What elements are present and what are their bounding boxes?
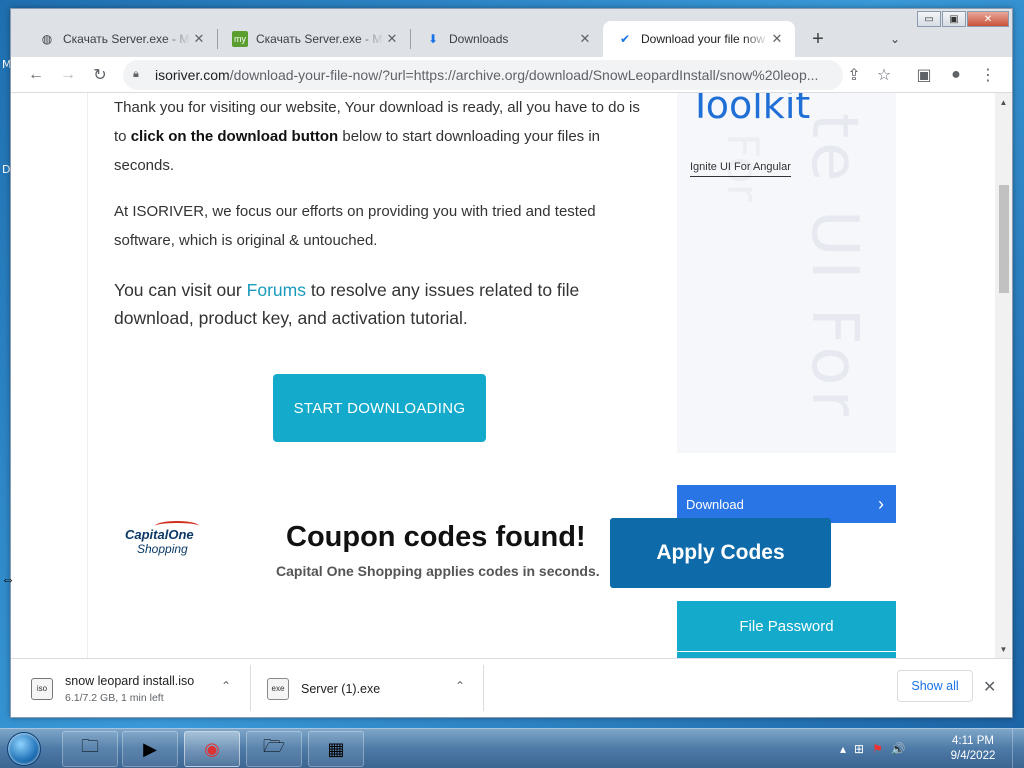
- control-panel-icon[interactable]: ▦: [308, 731, 364, 767]
- new-tab-button[interactable]: +: [806, 27, 830, 51]
- resize-cursor-icon: ⇔: [1, 571, 15, 587]
- back-arrow-icon[interactable]: ←: [22, 61, 50, 89]
- start-button[interactable]: [2, 730, 46, 768]
- tab-strip: ◍ Скачать Server.exe - My ✕ my Скачать S…: [11, 9, 1012, 57]
- url-text: isoriver.com/download-your-file-now/?url…: [155, 67, 818, 83]
- download-name: snow leopard install.iso: [65, 673, 195, 688]
- show-desktop-button[interactable]: [1012, 729, 1024, 768]
- page-viewport: Thank you for visiting our website, Your…: [11, 93, 1012, 658]
- exe-file-icon: exe: [267, 677, 289, 700]
- logo-sub: Shopping: [137, 542, 188, 556]
- minimize-button[interactable]: ▭: [917, 11, 941, 27]
- close-tab-icon[interactable]: ✕: [769, 31, 785, 47]
- my-site-icon: my: [232, 31, 248, 47]
- download-name: Server (1).exe: [301, 681, 381, 696]
- lock-icon[interactable]: 🔒︎: [133, 68, 147, 82]
- browser-window: ◍ Скачать Server.exe - My ✕ my Скачать S…: [10, 8, 1013, 718]
- forums-link[interactable]: Forums: [247, 280, 306, 300]
- scroll-down-icon[interactable]: ▼: [995, 642, 1012, 656]
- folder-icon[interactable]: 🗁: [246, 731, 302, 767]
- url-host: isoriver.com: [155, 67, 230, 83]
- tab-title: Download your file now: [641, 32, 766, 46]
- iso-file-icon: iso: [31, 677, 53, 700]
- tab-4-active[interactable]: ✔ Download your file now ✕: [603, 21, 795, 57]
- tab-2[interactable]: my Скачать Server.exe - My ✕: [218, 21, 410, 57]
- browser-toolbar: ← → ↻ 🔒︎ isoriver.com/download-your-file…: [11, 57, 1012, 93]
- tab-title: Downloads: [449, 32, 509, 46]
- tab-title: Скачать Server.exe - My: [256, 32, 384, 46]
- network-icon[interactable]: ⊞: [854, 742, 864, 756]
- divider: [250, 665, 251, 711]
- side-panel-icon[interactable]: ▣: [910, 61, 938, 89]
- address-bar[interactable]: 🔒︎ isoriver.com/download-your-file-now/?…: [123, 60, 843, 90]
- divider: [483, 665, 484, 711]
- action-center-flag-icon[interactable]: ⚑: [872, 742, 883, 756]
- vertical-scrollbar[interactable]: ▲ ▼: [995, 93, 1012, 658]
- forums-text: You can visit our: [114, 280, 247, 300]
- coupon-title: Coupon codes found!: [286, 521, 586, 553]
- intro-paragraph: Thank you for visiting our website, Your…: [114, 93, 654, 180]
- tab-1[interactable]: ◍ Скачать Server.exe - My ✕: [25, 21, 217, 57]
- ad-download-label: Download: [686, 496, 744, 512]
- logo-brand: CapitalOne: [125, 527, 194, 542]
- reload-icon[interactable]: ↻: [86, 61, 114, 89]
- show-all-button[interactable]: Show all: [897, 670, 973, 702]
- explorer-icon[interactable]: 🗀: [62, 731, 118, 767]
- chrome-icon[interactable]: ◉: [184, 731, 240, 767]
- coupon-subtitle: Capital One Shopping applies codes in se…: [276, 563, 600, 579]
- globe-icon: ◍: [41, 32, 53, 46]
- coupon-ad[interactable]: CapitalOne Shopping Coupon codes found! …: [121, 513, 841, 593]
- tab-title: Скачать Server.exe - My: [63, 32, 191, 46]
- clock-date: 9/4/2022: [950, 750, 996, 762]
- start-downloading-button[interactable]: START DOWNLOADING: [273, 374, 486, 442]
- capital-one-logo: CapitalOne Shopping: [125, 521, 205, 556]
- url-path: /download-your-file-now/?url=https://arc…: [229, 67, 819, 83]
- sidebar-ad[interactable]: For te UI For Toolkit Ignite UI For Angu…: [677, 93, 896, 453]
- volume-icon[interactable]: 🔊: [891, 742, 906, 756]
- download-status: 6.1/7.2 GB, 1 min left: [65, 691, 164, 704]
- bookmark-star-icon[interactable]: ☆: [870, 61, 898, 89]
- file-password-button[interactable]: File Password: [677, 601, 896, 651]
- downloads-shelf: iso snow leopard install.iso 6.1/7.2 GB,…: [11, 658, 1012, 717]
- download-item[interactable]: exe Server (1).exe: [267, 659, 467, 718]
- scrollbar-thumb[interactable]: [999, 185, 1009, 293]
- check-icon: ✔: [619, 32, 631, 46]
- apply-codes-button[interactable]: Apply Codes: [610, 518, 831, 588]
- show-hidden-icons-icon[interactable]: ▴: [840, 742, 846, 756]
- close-shelf-icon[interactable]: ✕: [983, 677, 996, 697]
- media-player-icon[interactable]: ▶: [122, 731, 178, 767]
- tab-3[interactable]: ⬇ Downloads ✕: [411, 21, 603, 57]
- taskbar: 🗀 ▶ ◉ 🗁 ▦ ▴ ⊞ ⚑ 🔊 4:11 PM 9/4/2022: [0, 728, 1024, 768]
- clock[interactable]: 4:11 PM 9/4/2022: [938, 734, 1008, 764]
- windows-orb-icon: [7, 732, 41, 766]
- forums-paragraph: You can visit our Forums to resolve any …: [114, 276, 654, 332]
- ad-ignite-link[interactable]: Ignite UI For Angular: [690, 161, 791, 177]
- download-item[interactable]: iso snow leopard install.iso 6.1/7.2 GB,…: [31, 659, 251, 718]
- close-tab-icon[interactable]: ✕: [577, 31, 593, 47]
- intro-bold-text: click on the download button: [130, 128, 339, 145]
- chevron-up-icon[interactable]: ⌃: [221, 679, 231, 693]
- close-window-button[interactable]: ✕: [967, 11, 1009, 27]
- share-icon[interactable]: ⇪: [840, 61, 868, 89]
- clock-time: 4:11 PM: [952, 735, 994, 747]
- tab-search-chevron-icon[interactable]: ⌄: [883, 27, 907, 51]
- maximize-button[interactable]: ▣: [942, 11, 966, 27]
- menu-kebab-icon[interactable]: ⋮: [974, 61, 1002, 89]
- ad-background-text: te UI For: [797, 113, 871, 420]
- forward-arrow-icon[interactable]: →: [54, 61, 82, 89]
- system-tray: ▴ ⊞ ⚑ 🔊: [840, 729, 906, 768]
- profile-avatar-icon[interactable]: ●: [942, 61, 970, 89]
- chevron-up-icon[interactable]: ⌃: [455, 679, 465, 693]
- ad-title: Toolkit: [689, 93, 811, 127]
- scroll-up-icon[interactable]: ▲: [995, 95, 1012, 109]
- close-tab-icon[interactable]: ✕: [384, 31, 400, 47]
- isoriver-paragraph: At ISORIVER, we focus our efforts on pro…: [114, 203, 596, 249]
- download-icon: ⬇: [427, 32, 439, 46]
- chevron-right-icon: ›: [878, 493, 884, 514]
- close-tab-icon[interactable]: ✕: [191, 31, 207, 47]
